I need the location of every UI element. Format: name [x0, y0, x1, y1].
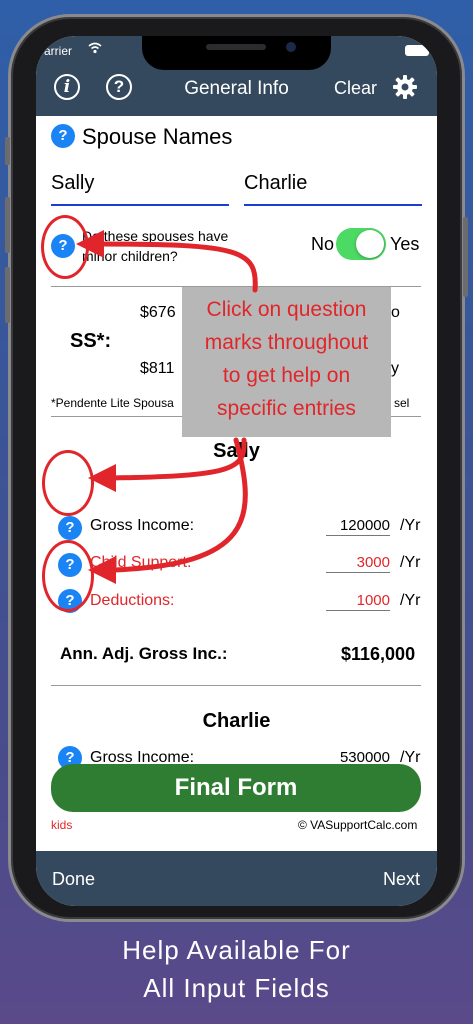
- volume-up-button: [5, 197, 10, 253]
- silent-switch: [5, 137, 10, 165]
- done-button[interactable]: Done: [52, 869, 95, 890]
- device-notch: [142, 36, 331, 70]
- final-form-button[interactable]: Final Form: [51, 764, 421, 812]
- sally-adj-gross-value: $116,000: [341, 644, 416, 664]
- highlight-circle: [42, 450, 94, 516]
- highlight-circle: [41, 215, 89, 279]
- ss-footnote: *Pendente Lite Spousa: [51, 396, 174, 410]
- sally-header: Sally: [213, 440, 260, 462]
- clear-button[interactable]: Clear: [334, 78, 377, 99]
- callout-line: specific entries: [217, 397, 356, 420]
- minor-children-question-line1: Do these spouses have: [82, 228, 229, 244]
- sally-deductions-unit: /Yr: [400, 592, 421, 609]
- gear-icon[interactable]: [392, 74, 418, 100]
- volume-down-button: [5, 267, 10, 323]
- callout-line: to get help on: [222, 364, 351, 387]
- minor-children-toggle[interactable]: [336, 228, 386, 260]
- divider: [51, 685, 421, 686]
- charlie-header: Charlie: [202, 710, 271, 732]
- ss-value-2: $811: [140, 360, 175, 377]
- sally-child-support-input[interactable]: 3000: [326, 554, 390, 573]
- next-button[interactable]: Next: [383, 869, 420, 890]
- help-callout-box: Click on question marks throughout to ge…: [182, 287, 391, 437]
- sally-child-support-label: Child Support:: [90, 554, 192, 571]
- wifi-icon: [88, 42, 102, 54]
- sally-gross-income-input[interactable]: 120000: [326, 517, 390, 536]
- toggle-no-label: No: [311, 234, 335, 254]
- highlight-circle: [42, 540, 94, 612]
- gross-income-help-icon[interactable]: ?: [58, 516, 82, 540]
- carrier-label: arrier: [44, 44, 73, 58]
- spouse2-name-field[interactable]: Charlie: [244, 172, 307, 195]
- caption-line-1: Help Available For: [122, 935, 351, 965]
- copyright-label: © VASupportCalc.com: [298, 818, 418, 832]
- sally-deductions-label: Deductions:: [90, 592, 175, 609]
- ss-value-1: $676: [140, 304, 176, 321]
- sally-adj-gross-label: Ann. Adj. Gross Inc.:: [60, 644, 228, 663]
- ss-right-text-2: y: [391, 360, 399, 377]
- spouse-names-label: Spouse Names: [82, 124, 233, 149]
- sally-gross-income-unit: /Yr: [400, 517, 421, 534]
- kids-label: kids: [51, 818, 73, 832]
- spouse1-name-field[interactable]: Sally: [51, 172, 94, 195]
- minor-children-question-line2: minor children?: [82, 248, 178, 264]
- caption-line-2: All Input Fields: [143, 973, 330, 1003]
- spouse1-underline: [51, 204, 229, 206]
- general-info-form: ? Spouse Names Sally Charlie ? Do these …: [36, 116, 437, 851]
- callout-line: marks throughout: [204, 331, 369, 354]
- ss-right-text-1: o: [391, 304, 400, 321]
- toggle-knob: [356, 230, 384, 258]
- power-button: [463, 217, 468, 297]
- callout-line: Click on question: [206, 298, 367, 321]
- spouse-names-help-icon[interactable]: ?: [51, 124, 75, 148]
- sally-deductions-input[interactable]: 1000: [326, 592, 390, 611]
- battery-icon: [405, 45, 429, 56]
- app-screen: arrier i ? General Info Clear ? Spouse N…: [36, 36, 437, 906]
- ss-label: SS*:: [70, 330, 112, 352]
- speaker-grille: [206, 44, 266, 50]
- front-camera: [286, 42, 296, 52]
- toggle-yes-label: Yes: [390, 234, 420, 254]
- bottom-toolbar: Done Next: [36, 851, 437, 906]
- sally-child-support-unit: /Yr: [400, 554, 421, 571]
- ss-footnote-right: sel: [394, 396, 410, 410]
- sally-gross-income-label: Gross Income:: [90, 517, 195, 534]
- spouse2-underline: [244, 204, 422, 206]
